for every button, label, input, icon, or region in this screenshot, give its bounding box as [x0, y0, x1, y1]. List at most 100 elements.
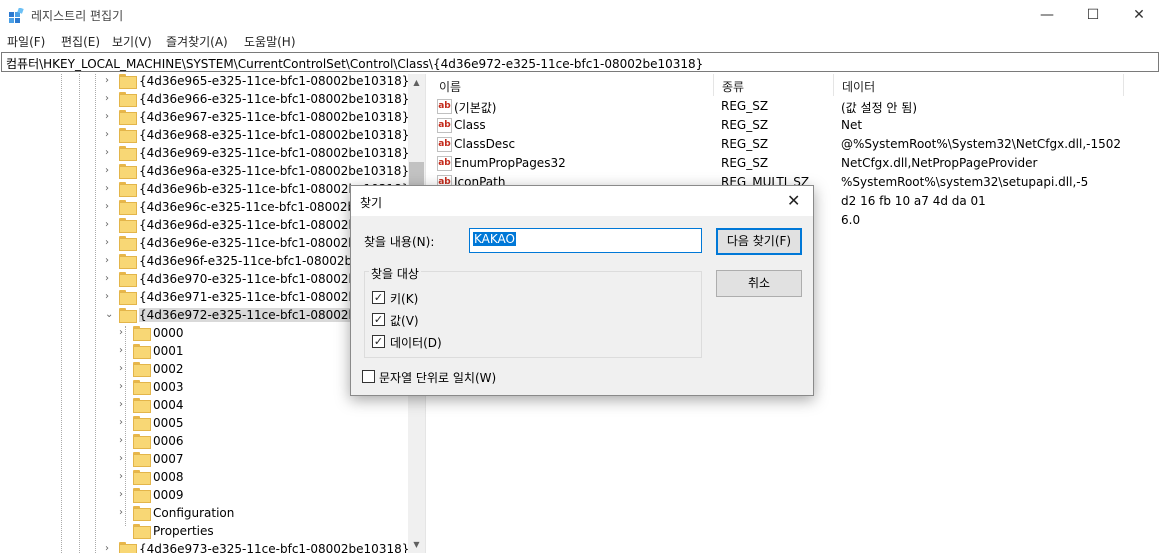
find-what-input[interactable]: KAKAO — [469, 228, 702, 253]
expand-chevron-icon[interactable]: › — [105, 144, 115, 162]
tree-item[interactable]: › {4d36e973-e325-11ce-bfc1-08002be10318} — [1, 540, 409, 553]
expand-chevron-icon[interactable]: › — [105, 270, 115, 288]
column-header-name[interactable]: 이름 — [431, 74, 714, 96]
tree-item[interactable]: › {4d36e970-e325-11ce-bfc1-08002be10318} — [1, 270, 409, 288]
value-row[interactable]: ab EnumPropPages32 REG_SZ NetCfgx.dll,NetPr… — [431, 154, 1131, 173]
tree-item[interactable]: › 0004 — [1, 396, 409, 414]
tree-item[interactable]: › {4d36e968-e325-11ce-bfc1-08002be10318} — [1, 126, 409, 144]
find-dialog-close-icon[interactable]: ✕ — [787, 191, 800, 210]
tree-item-label: 0003 — [153, 380, 184, 394]
find-next-button[interactable]: 다음 찾기(F) — [716, 228, 802, 255]
tree-item[interactable]: › {4d36e969-e325-11ce-bfc1-08002be10318} — [1, 144, 409, 162]
tree-item[interactable]: › 0007 — [1, 450, 409, 468]
menu-help[interactable]: 도움말(H) — [244, 33, 296, 50]
tree-item[interactable]: › 0008 — [1, 468, 409, 486]
tree-item-label: {4d36e965-e325-11ce-bfc1-08002be10318} — [139, 74, 410, 88]
folder-icon — [133, 416, 151, 431]
keys-checkbox[interactable]: ✓ — [372, 291, 385, 304]
expand-chevron-icon[interactable]: › — [119, 450, 129, 468]
expand-chevron-icon[interactable]: › — [119, 342, 129, 360]
window-title: 레지스트리 편집기 — [31, 9, 124, 23]
expand-chevron-icon[interactable]: › — [105, 288, 115, 306]
tree-item[interactable]: › {4d36e96c-e325-11ce-bfc1-08002be10318} — [1, 198, 409, 216]
expand-chevron-icon[interactable]: › — [105, 252, 115, 270]
tree-item[interactable]: › {4d36e96f-e325-11ce-bfc1-08002be10318} — [1, 252, 409, 270]
expand-chevron-icon[interactable]: › — [105, 180, 115, 198]
column-header-data[interactable]: 데이터 — [834, 74, 1124, 96]
minimize-button[interactable]: — — [1024, 0, 1070, 30]
collapse-chevron-icon[interactable]: ⌄ — [105, 306, 115, 324]
expand-chevron-icon[interactable]: › — [105, 90, 115, 108]
menu-view[interactable]: 보기(V) — [112, 33, 152, 50]
expand-chevron-icon[interactable]: › — [119, 360, 129, 378]
tree-item[interactable]: › {4d36e966-e325-11ce-bfc1-08002be10318} — [1, 90, 409, 108]
string-value-icon: ab — [437, 137, 452, 152]
tree-item[interactable]: › 0000 — [1, 324, 409, 342]
keys-checkbox-label: 키(K) — [390, 292, 419, 306]
expand-chevron-icon[interactable]: › — [105, 162, 115, 180]
tree-item[interactable]: › 0009 — [1, 486, 409, 504]
tree-item[interactable]: › 0003 — [1, 378, 409, 396]
menu-edit[interactable]: 편집(E) — [61, 33, 100, 50]
expand-chevron-icon[interactable]: › — [105, 234, 115, 252]
expand-chevron-icon[interactable]: › — [105, 74, 115, 90]
folder-icon — [119, 74, 137, 89]
tree-item[interactable]: › 0006 — [1, 432, 409, 450]
menu-favorites[interactable]: 즐겨찾기(A) — [166, 33, 228, 50]
expand-chevron-icon[interactable]: › — [119, 432, 129, 450]
match-whole-string-checkbox[interactable] — [362, 370, 375, 383]
value-name: (기본값) — [454, 101, 497, 115]
value-row[interactable]: ab Class REG_SZ Net — [431, 116, 1131, 135]
tree-item[interactable]: › {4d36e96a-e325-11ce-bfc1-08002be10318} — [1, 162, 409, 180]
tree-item[interactable]: ⌄ {4d36e972-e325-11ce-bfc1-08002be10318} — [1, 306, 410, 324]
expand-chevron-icon[interactable]: › — [119, 378, 129, 396]
folder-icon — [119, 290, 137, 305]
find-dialog: 찾기 ✕ 찾을 내용(N): KAKAO 다음 찾기(F) 취소 찾을 대상 ✓… — [350, 185, 814, 396]
expand-chevron-icon[interactable]: › — [105, 198, 115, 216]
expand-chevron-icon[interactable]: › — [119, 324, 129, 342]
expand-chevron-icon[interactable]: › — [105, 540, 115, 553]
data-checkbox[interactable]: ✓ — [372, 335, 385, 348]
folder-icon — [133, 470, 151, 485]
data-checkbox-label: 데이터(D) — [390, 336, 442, 350]
tree-item[interactable]: › {4d36e96e-e325-11ce-bfc1-08002be10318} — [1, 234, 409, 252]
expand-chevron-icon[interactable]: › — [105, 216, 115, 234]
close-button[interactable]: ✕ — [1116, 0, 1162, 30]
tree-item[interactable]: › {4d36e967-e325-11ce-bfc1-08002be10318} — [1, 108, 409, 126]
tree-item[interactable]: Properties — [1, 522, 409, 540]
tree-item[interactable]: › {4d36e96b-e325-11ce-bfc1-08002be10318} — [1, 180, 409, 198]
expand-chevron-icon[interactable]: › — [105, 108, 115, 126]
values-checkbox[interactable]: ✓ — [372, 313, 385, 326]
tree-item[interactable]: › 0002 — [1, 360, 409, 378]
registry-editor-icon — [9, 8, 24, 23]
expand-chevron-icon[interactable]: › — [105, 126, 115, 144]
column-header-type[interactable]: 종류 — [714, 74, 834, 96]
menu-file[interactable]: 파일(F) — [7, 33, 45, 50]
expand-chevron-icon[interactable]: › — [119, 414, 129, 432]
value-name: EnumPropPages32 — [454, 156, 566, 170]
expand-chevron-icon[interactable]: › — [119, 396, 129, 414]
tree-item-label: 0007 — [153, 452, 184, 466]
tree-item[interactable]: › 0005 — [1, 414, 409, 432]
maximize-button[interactable]: ☐ — [1070, 0, 1116, 30]
value-data: %SystemRoot%\system32\setupapi.dll,-5 — [841, 175, 1089, 189]
scroll-up-arrow-icon[interactable]: ▲ — [408, 74, 425, 91]
tree-item[interactable]: › {4d36e965-e325-11ce-bfc1-08002be10318} — [1, 74, 409, 90]
folder-icon — [119, 146, 137, 161]
cancel-button[interactable]: 취소 — [716, 270, 802, 297]
expand-chevron-icon[interactable]: › — [119, 486, 129, 504]
tree-item-label: 0001 — [153, 344, 184, 358]
tree-item[interactable]: › {4d36e96d-e325-11ce-bfc1-08002be10318} — [1, 216, 409, 234]
expand-chevron-icon[interactable]: › — [119, 504, 129, 522]
address-bar[interactable]: 컴퓨터\HKEY_LOCAL_MACHINE\SYSTEM\CurrentCon… — [1, 52, 1159, 72]
value-row[interactable]: ab (기본값) REG_SZ (값 설정 안 됨) — [431, 97, 1131, 116]
tree-item[interactable]: › Configuration — [1, 504, 409, 522]
match-whole-string-label: 문자열 단위로 일치(W) — [379, 371, 497, 385]
window-titlebar: 레지스트리 편집기 — ☐ ✕ — [0, 0, 1162, 30]
folder-icon — [133, 506, 151, 521]
expand-chevron-icon[interactable]: › — [119, 468, 129, 486]
scroll-down-arrow-icon[interactable]: ▼ — [408, 536, 425, 553]
tree-item[interactable]: › 0001 — [1, 342, 409, 360]
tree-item[interactable]: › {4d36e971-e325-11ce-bfc1-08002be10318} — [1, 288, 409, 306]
value-row[interactable]: ab ClassDesc REG_SZ @%SystemRoot%\System32\… — [431, 135, 1131, 154]
